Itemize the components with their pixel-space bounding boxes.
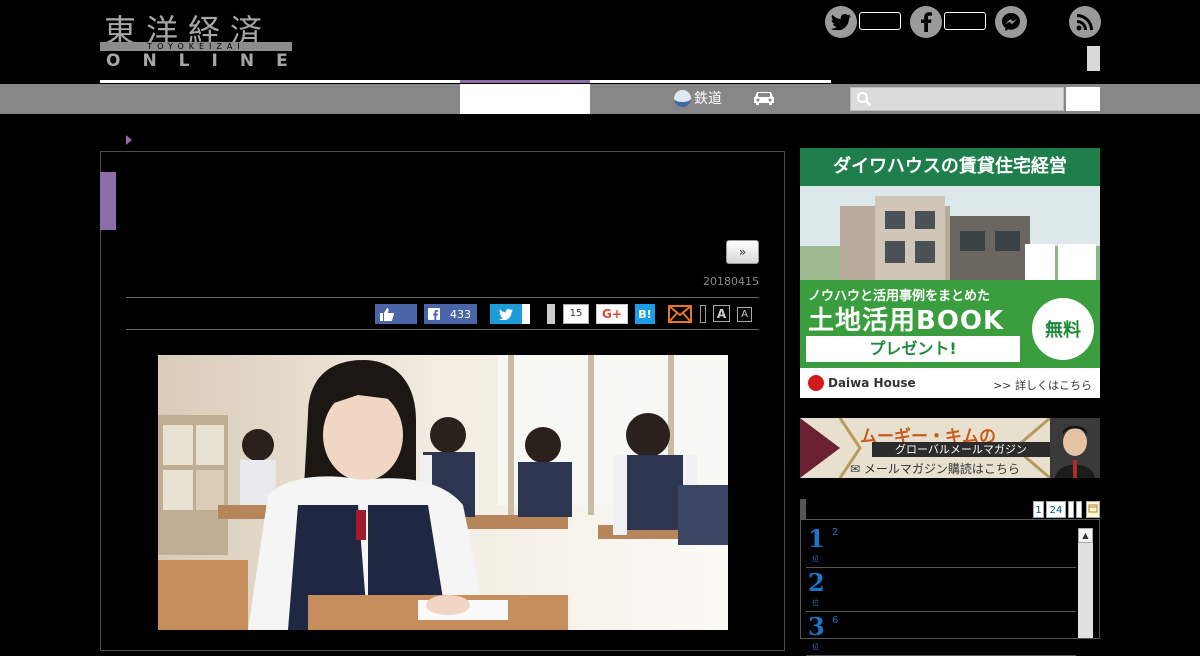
pocket-button[interactable]: 15 (547, 304, 589, 324)
pocket-icon (547, 304, 555, 324)
facebook-share-count: 433 (450, 307, 471, 321)
print-button[interactable] (700, 305, 706, 323)
ranking-scrollbar[interactable]: ▲ (1078, 528, 1093, 638)
twitter-icon (490, 304, 522, 324)
ranking-item[interactable]: 1 位 2 (806, 524, 1076, 568)
messenger-icon[interactable] (995, 6, 1027, 38)
ad-newsletter[interactable]: ムーギー・キムの グローバルメールマガジン ✉ メールマガジン購読はこちら (800, 418, 1100, 478)
hatena-bookmark-button[interactable]: B! (635, 304, 655, 324)
search-icon (857, 92, 872, 107)
ad2-portrait (1050, 418, 1100, 478)
google-plus-button[interactable]: G+ (596, 304, 628, 324)
facebook-icon[interactable] (910, 6, 942, 38)
nav-active-accent (460, 80, 590, 83)
ad1-line2: 土地活用BOOK (808, 306, 1005, 336)
ad1-footer: Daiwa House >> 詳しくはこちら (800, 368, 1100, 398)
twitter-share-count (522, 304, 530, 324)
ranking-title: 2 (832, 527, 839, 538)
ranking-number: 2 (808, 568, 825, 597)
twitter-follow-count[interactable] (859, 12, 901, 30)
facebook-share-button[interactable]: 433 (424, 304, 477, 324)
daiwa-house-logo: Daiwa House (808, 375, 916, 391)
ranking-suffix: 位 (812, 643, 819, 651)
rss-icon[interactable] (1069, 6, 1101, 38)
article-photo (158, 355, 728, 630)
pocket-count: 15 (563, 304, 589, 324)
daiwa-logo-icon (808, 375, 824, 391)
ranking-suffix: 位 (812, 599, 819, 607)
site-logo[interactable]: 東洋経済 TOYOKEIZAI ONLINE (100, 6, 295, 72)
ad1-present: プレゼント! (806, 336, 1020, 362)
article-date: 20180415 (703, 275, 759, 288)
font-size-large-button[interactable]: A (713, 305, 730, 322)
scroll-up-icon[interactable]: ▲ (1078, 528, 1093, 543)
mail-icon[interactable] (668, 304, 692, 324)
ranking-tab-24h[interactable]: 24 (1046, 501, 1066, 518)
facebook-like-count[interactable] (944, 12, 986, 30)
facebook-icon (424, 304, 444, 324)
ad1-logo-text: Daiwa House (828, 376, 916, 390)
twitter-icon[interactable] (825, 6, 857, 38)
ad1-headline: ダイワハウスの賃貸住宅経営 (800, 148, 1100, 186)
ranking-tab-1h[interactable]: 1 (1033, 501, 1044, 518)
thumbs-up-icon (380, 307, 394, 321)
ad-daiwa-house[interactable]: ダイワハウスの賃貸住宅経営 ノウハウと活用事例をまとめた 土地活用BOOK プレ… (800, 148, 1100, 398)
twitter-share-button[interactable] (490, 304, 536, 324)
ranking-item[interactable]: 2 位 (806, 568, 1076, 612)
search-input[interactable] (850, 87, 1064, 111)
nav-item-rail[interactable]: 鉄道 (674, 88, 722, 108)
title-accent-bar (100, 172, 116, 230)
ranking-number: 1 (808, 524, 825, 553)
next-page-button[interactable]: » (726, 240, 759, 264)
ranking-tab-month[interactable] (1076, 501, 1082, 518)
nav-tab-active[interactable] (460, 84, 590, 114)
ranking-item[interactable]: 3 位 6 (806, 612, 1076, 656)
ad1-free-badge: 無料 (1032, 298, 1094, 360)
ranking-header-edge (800, 499, 806, 519)
logo-romaji: TOYOKEIZAI (100, 42, 292, 51)
logo-online: ONLINE (106, 51, 310, 71)
ranking-tab-week[interactable] (1068, 501, 1074, 518)
header-menu-button[interactable] (1087, 46, 1100, 71)
train-icon (674, 89, 691, 107)
share-divider-bottom (126, 329, 759, 330)
ranking-title: 6 (832, 615, 839, 626)
ad2-subscribe-link[interactable]: ✉ メールマガジン購読はこちら (850, 460, 1020, 477)
nav-item-rail-label: 鉄道 (694, 91, 722, 107)
calendar-icon[interactable] (1086, 501, 1100, 518)
ad2-subtitle: グローバルメールマガジン (872, 442, 1050, 457)
share-divider-top (126, 297, 759, 298)
ranking-suffix: 位 (812, 555, 819, 563)
search-button[interactable] (1066, 87, 1100, 111)
ad1-detail-link[interactable]: >> 詳しくはこちら (993, 377, 1092, 393)
font-size-small-button[interactable]: A (737, 307, 752, 322)
facebook-like-button[interactable] (375, 304, 417, 324)
ranking-number: 3 (808, 612, 825, 641)
breadcrumb-arrow-icon (126, 135, 132, 145)
ranking-header: 1 24 (800, 499, 1100, 519)
car-icon[interactable] (752, 90, 776, 106)
